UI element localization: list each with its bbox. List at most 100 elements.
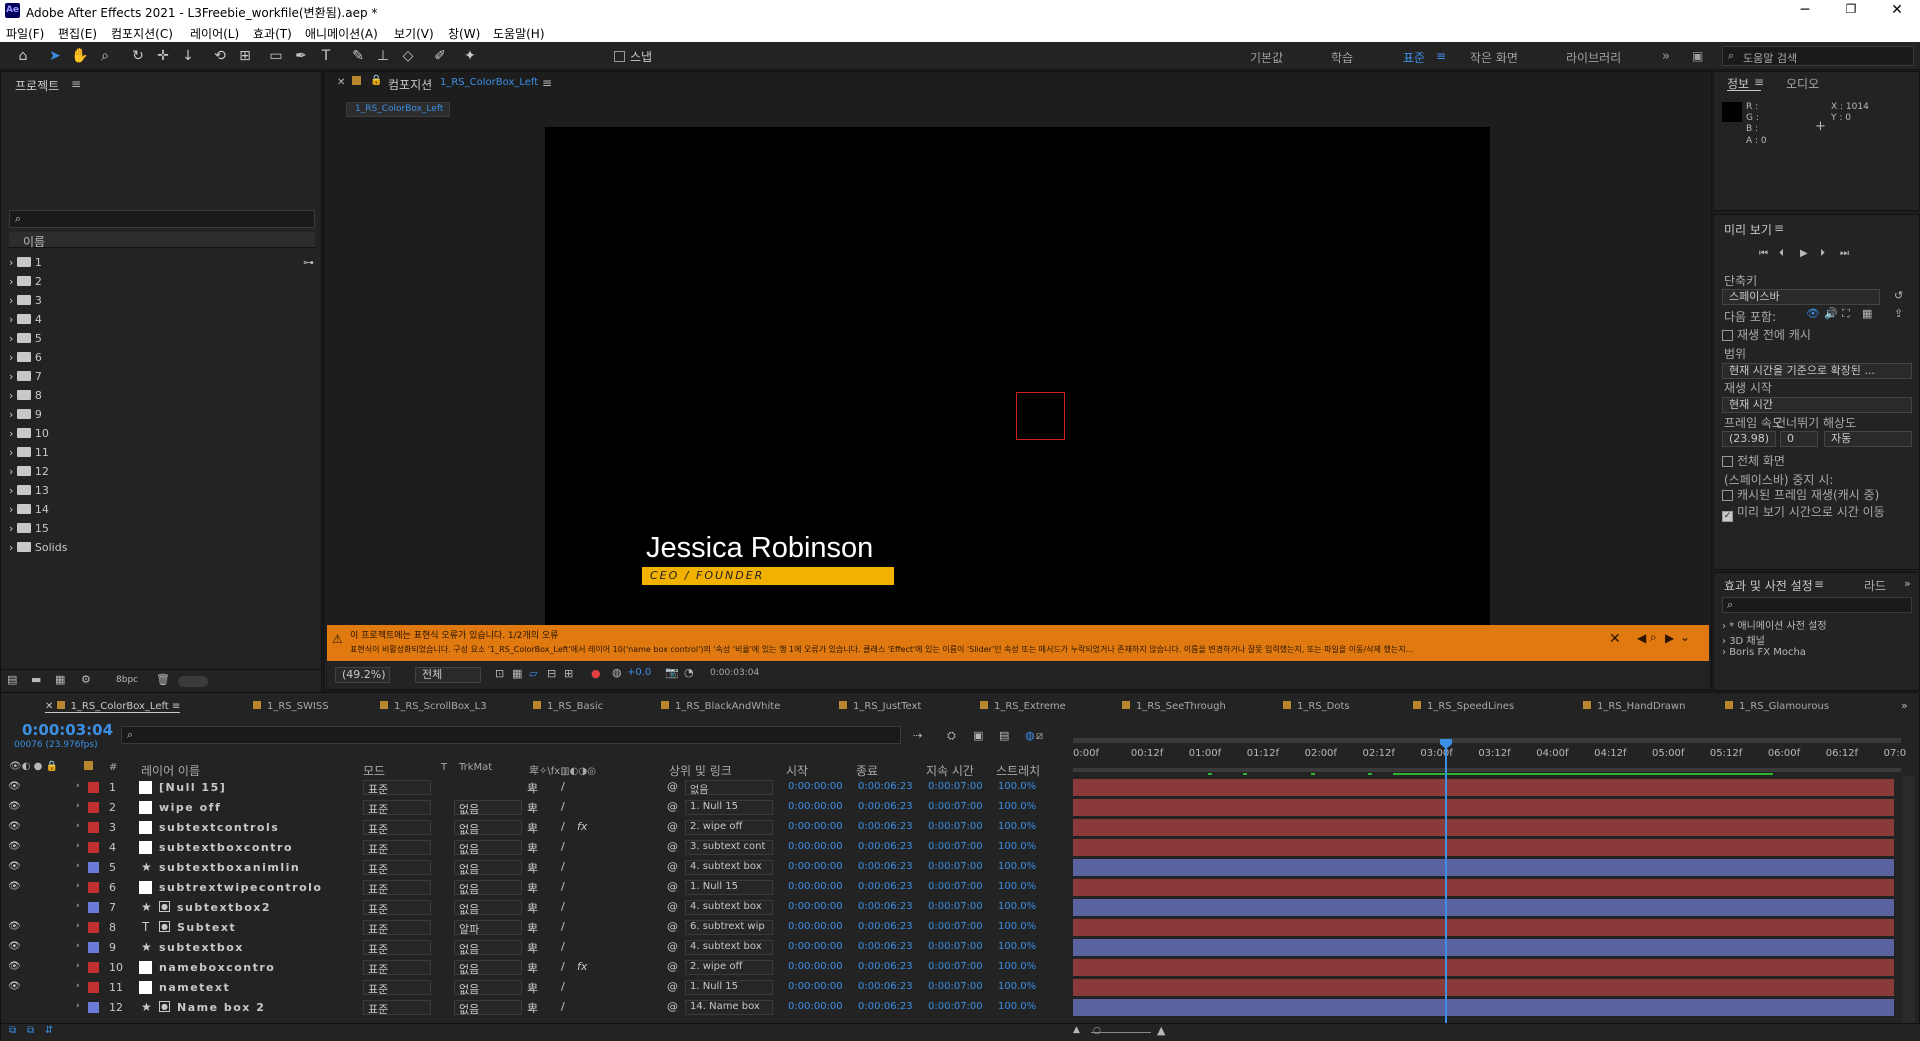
dolly-tool-icon[interactable]: ↓: [178, 47, 198, 65]
stretch-value[interactable]: 100.0%: [998, 941, 1036, 952]
project-item[interactable]: › 10: [9, 427, 49, 445]
effects-item-animation-presets[interactable]: › * 애니메이션 사전 설정: [1722, 617, 1827, 632]
fx-switch-icon[interactable]: fx: [577, 960, 587, 973]
stretch-value[interactable]: 100.0%: [998, 841, 1036, 852]
shy-switch-icon[interactable]: 卑: [527, 1000, 538, 1016]
menu-animation[interactable]: 애니메이션(A): [305, 25, 378, 42]
timeline-vertical-scrollbar[interactable]: [1903, 776, 1915, 1026]
shy-switch-icon[interactable]: 卑: [527, 820, 538, 836]
warning-find-icon[interactable]: ⌕: [1650, 630, 1657, 645]
mode-dropdown[interactable]: 표준: [363, 880, 431, 896]
trkmat-dropdown[interactable]: 없음: [454, 980, 522, 996]
label-color-swatch[interactable]: [88, 882, 99, 893]
parent-dropdown[interactable]: 2. wipe off: [685, 820, 773, 835]
range-dropdown[interactable]: 현재 시간을 기준으로 확장된 ...: [1722, 363, 1912, 379]
expand-arrow-icon[interactable]: ›: [9, 256, 17, 269]
warning-expand-icon[interactable]: ⌄: [1680, 630, 1690, 644]
pickwhip-icon[interactable]: @: [667, 920, 678, 933]
expand-arrow-icon[interactable]: ›: [9, 503, 17, 516]
expand-arrow-icon[interactable]: ›: [9, 294, 17, 307]
project-item[interactable]: › 14: [9, 503, 49, 521]
shy-switch-icon[interactable]: 卑: [527, 800, 538, 816]
visibility-eye-icon[interactable]: 👁: [8, 781, 21, 792]
mode-dropdown[interactable]: 표준: [363, 820, 431, 836]
pen-tool-icon[interactable]: ✒: [291, 47, 311, 65]
color-management-icon[interactable]: ◍: [612, 666, 622, 679]
layer-duration-bar[interactable]: [1073, 839, 1894, 856]
pickwhip-icon[interactable]: @: [667, 1000, 678, 1013]
pickwhip-icon[interactable]: @: [667, 880, 678, 893]
layer-row[interactable]: 👁 › 11 nametext 표준 없음 卑 / @1. Null 15 0:00:00:00 0…: [1, 978, 1920, 998]
region-of-interest-icon[interactable]: ⊟: [547, 667, 556, 680]
export-icon[interactable]: ⇪: [1894, 307, 1903, 320]
duration-time[interactable]: 0:00:07:00: [928, 781, 983, 792]
trkmat-dropdown[interactable]: 없음: [454, 960, 522, 976]
label-color-swatch[interactable]: [88, 982, 99, 993]
workspace-libraries[interactable]: 라이브러리: [1566, 49, 1621, 66]
label-color-swatch[interactable]: [88, 902, 99, 913]
interpret-footage-icon[interactable]: ▤: [7, 673, 17, 686]
layer-name-column-header[interactable]: 레이어 이름: [141, 762, 200, 779]
layer-duration-bar[interactable]: [1073, 859, 1894, 876]
close-tab-icon[interactable]: ✕: [337, 77, 345, 88]
layer-name[interactable]: subtrextwipecontrolo: [159, 881, 323, 894]
timeline-tab-1-rs-justtext[interactable]: 1_RS_JustText: [839, 701, 921, 712]
project-item[interactable]: › 8: [9, 389, 42, 407]
expand-arrow-icon[interactable]: ›: [76, 881, 80, 891]
shy-switch-icon[interactable]: 卑: [527, 960, 538, 976]
layer-duration-bar[interactable]: [1073, 999, 1894, 1016]
zoom-in-icon[interactable]: ▲: [1157, 1024, 1165, 1037]
timeline-tab-1-rs-dots[interactable]: 1_RS_Dots: [1283, 701, 1350, 712]
show-snapshot-icon[interactable]: ◔: [684, 666, 694, 679]
in-time[interactable]: 0:00:00:00: [788, 981, 843, 992]
adjust-project-icon[interactable]: ⚙: [81, 673, 91, 686]
expand-arrow-icon[interactable]: ›: [9, 351, 17, 364]
stretch-value[interactable]: 100.0%: [998, 981, 1036, 992]
mode-dropdown[interactable]: 표준: [363, 920, 431, 936]
effects-second-tab[interactable]: 라드: [1864, 577, 1886, 594]
graph-editor-icon[interactable]: ⧄: [1036, 729, 1043, 743]
workspace-edit-icon[interactable]: ▣: [1692, 49, 1703, 63]
fx-switch-icon[interactable]: fx: [577, 820, 587, 833]
layer-duration-bar[interactable]: [1073, 879, 1894, 896]
layer-name[interactable]: subtextboxanimlin: [159, 861, 300, 874]
out-time[interactable]: 0:00:06:23: [858, 841, 913, 852]
resolution-dropdown[interactable]: 전체: [415, 667, 481, 683]
quality-switch-icon[interactable]: /: [561, 840, 565, 853]
exposure-value[interactable]: +0.0: [627, 667, 651, 678]
mode-dropdown[interactable]: 표준: [363, 960, 431, 976]
preview-panel-menu-icon[interactable]: ≡: [1774, 221, 1784, 235]
eraser-tool-icon[interactable]: ◇: [398, 47, 418, 65]
timeline-zoom-handle[interactable]: ○: [1093, 1026, 1101, 1036]
project-item[interactable]: › 5: [9, 332, 42, 350]
visibility-eye-icon[interactable]: 👁: [8, 921, 21, 932]
rotate-tool-icon[interactable]: ⟲: [210, 47, 230, 65]
mode-dropdown[interactable]: 표준: [363, 940, 431, 956]
draft-3d-icon[interactable]: ⛭: [947, 729, 956, 743]
project-item[interactable]: › 15: [9, 522, 49, 540]
expand-arrow-icon[interactable]: ›: [9, 541, 17, 554]
comp-viewer-canvas[interactable]: Jessica Robinson CEO / FOUNDER: [545, 127, 1490, 626]
mode-dropdown[interactable]: 표준: [363, 840, 431, 856]
puppet-tool-icon[interactable]: ✦: [460, 47, 480, 65]
anchor-tool-icon[interactable]: ⊞: [235, 47, 255, 65]
project-item[interactable]: › 2: [9, 275, 42, 293]
project-item[interactable]: › 6: [9, 351, 42, 369]
pan-tool-icon[interactable]: ✛: [153, 47, 173, 65]
layer-duration-bar[interactable]: [1073, 959, 1894, 976]
roto-brush-tool-icon[interactable]: ✐: [430, 47, 450, 65]
layer-name[interactable]: subtextbox2: [177, 901, 271, 914]
layer-duration-bar[interactable]: [1073, 919, 1894, 936]
visibility-eye-icon[interactable]: 👁: [8, 981, 21, 992]
parent-dropdown[interactable]: 6. subtrext wip: [685, 920, 773, 935]
visibility-eye-icon[interactable]: 👁: [8, 821, 21, 832]
quality-switch-icon[interactable]: /: [561, 800, 565, 813]
trkmat-column-header[interactable]: TrkMat: [459, 762, 492, 773]
timeline-tab-1-rs-swiss[interactable]: 1_RS_SWISS: [253, 701, 329, 712]
audio-tab[interactable]: 오디오: [1786, 75, 1819, 92]
project-search-input[interactable]: ⌕: [9, 210, 315, 228]
cache-before-playback[interactable]: 재생 전에 캐시: [1722, 326, 1811, 343]
in-time[interactable]: 0:00:00:00: [788, 1001, 843, 1012]
menu-edit[interactable]: 편집(E): [58, 25, 97, 42]
expand-arrow-icon[interactable]: ›: [9, 484, 17, 497]
